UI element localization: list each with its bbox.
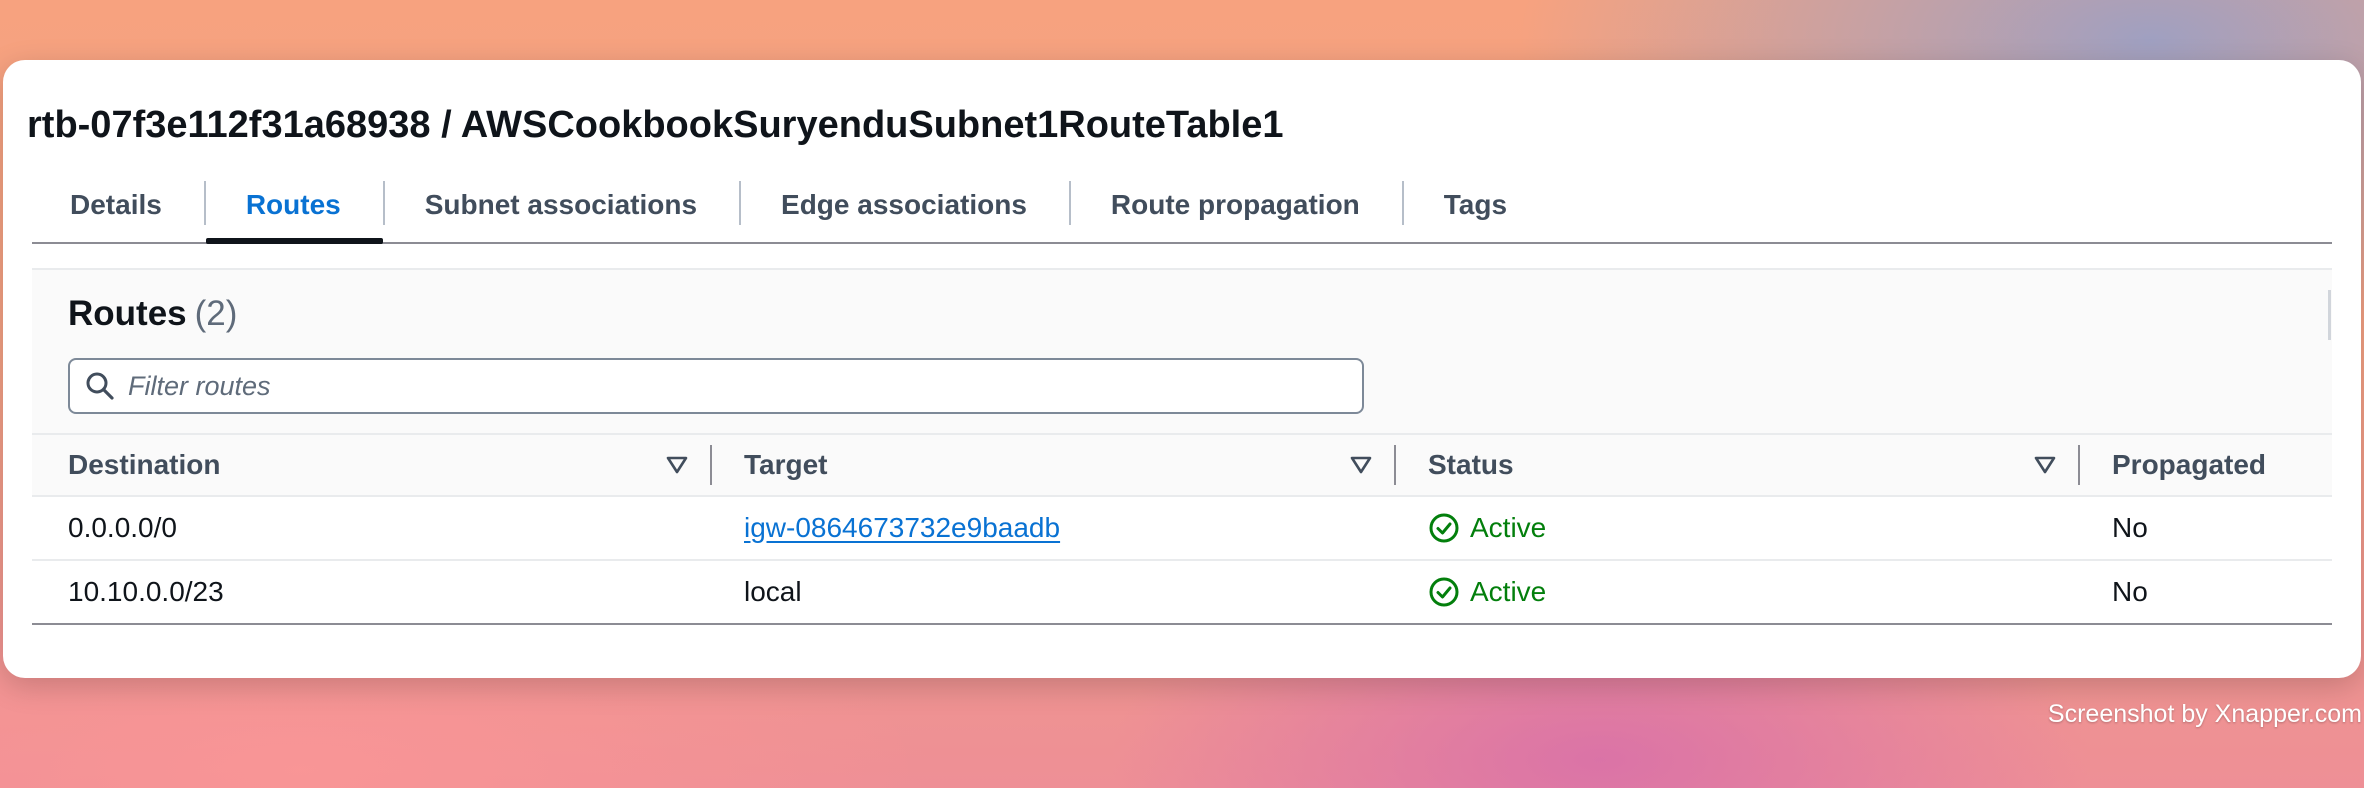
cell-target: igw-0864673732e9baadb: [712, 497, 1396, 559]
column-label-destination: Destination: [68, 449, 221, 480]
status-success-check-icon: [1428, 512, 1460, 544]
cell-target: local: [744, 576, 802, 607]
routes-count: (2): [194, 294, 238, 333]
status-text: Active: [1470, 512, 1547, 543]
tab-tags[interactable]: Tags: [1401, 170, 1549, 240]
tab-bar: Details Routes Subnet associations Edge …: [32, 170, 2332, 244]
page-title: rtb-07f3e112f31a68938 / AWSCookbookSurye…: [27, 104, 1284, 146]
column-label-propagated: Propagated: [2112, 449, 2267, 480]
cell-destination: 10.10.0.0/23: [68, 576, 224, 607]
search-icon: [84, 370, 116, 402]
sort-caret-down-icon[interactable]: [1350, 455, 1372, 475]
routes-heading: Routes (2): [68, 294, 237, 334]
column-header-target[interactable]: Target: [712, 435, 1396, 495]
routes-heading-label: Routes: [68, 294, 187, 333]
tab-route-propagation[interactable]: Route propagation: [1068, 170, 1402, 240]
cell-propagated: No: [2112, 512, 2148, 543]
target-link[interactable]: igw-0864673732e9baadb: [744, 512, 1060, 544]
status-success-check-icon: [1428, 576, 1460, 608]
sort-caret-down-icon[interactable]: [2034, 455, 2056, 475]
table-header: Destination Target Status Propagated: [32, 435, 2332, 497]
status-indicator: Active: [1428, 576, 1546, 608]
table-row: 0.0.0.0/0 igw-0864673732e9baadb Active N…: [32, 497, 2332, 561]
status-indicator: Active: [1428, 512, 1546, 544]
status-text: Active: [1470, 576, 1547, 607]
column-header-status[interactable]: Status: [1396, 435, 2080, 495]
screenshot-credit: Screenshot by Xnapper.com: [2047, 700, 2362, 728]
cell-status: Active: [1396, 497, 2080, 559]
column-header-propagated[interactable]: Propagated: [2080, 435, 2332, 495]
filter-routes-field[interactable]: [68, 358, 1364, 414]
column-header-destination[interactable]: Destination: [32, 435, 712, 495]
panel-edge: [2328, 290, 2331, 340]
cell-propagated: No: [2112, 576, 2148, 607]
filter-routes-input[interactable]: [126, 369, 1362, 403]
cell-status: Active: [1396, 561, 2080, 623]
tab-details[interactable]: Details: [32, 170, 204, 240]
sort-caret-down-icon[interactable]: [666, 455, 688, 475]
cell-destination: 0.0.0.0/0: [68, 512, 177, 543]
column-label-status: Status: [1428, 449, 1514, 480]
tab-routes[interactable]: Routes: [203, 170, 383, 244]
tab-subnet-associations[interactable]: Subnet associations: [382, 170, 739, 240]
tab-edge-associations[interactable]: Edge associations: [739, 170, 1069, 240]
routes-table: Destination Target Status Propagated 0.0…: [32, 433, 2332, 625]
routes-panel: Routes(2) Destination Target: [32, 268, 2332, 625]
column-label-target: Target: [744, 449, 828, 480]
table-row: 10.10.0.0/23 local Active No: [32, 561, 2332, 625]
